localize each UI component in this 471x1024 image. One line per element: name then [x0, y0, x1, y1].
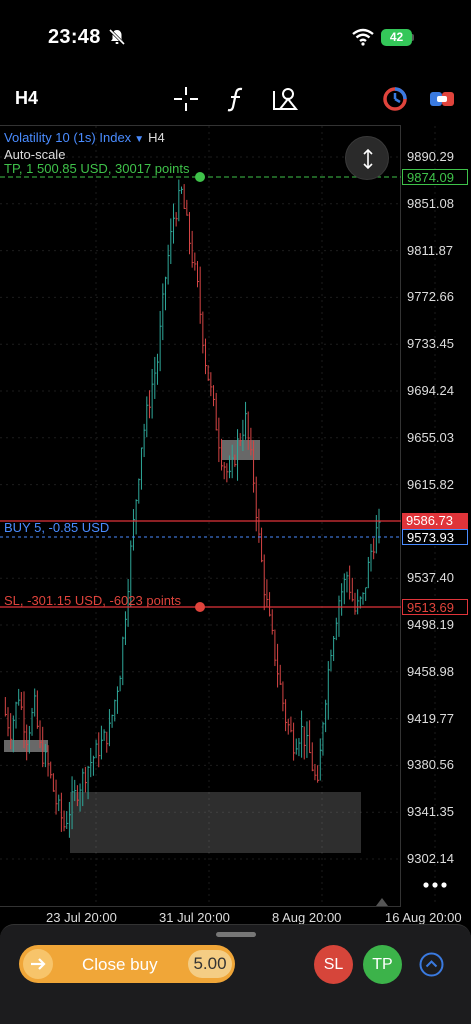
tp-price-tag: 9874.09: [402, 169, 468, 185]
price-tick: 9380.56: [407, 757, 454, 773]
price-tick: 9341.35: [407, 804, 454, 820]
price-tick: 9733.45: [407, 336, 454, 352]
close-buy-label: Close buy: [82, 955, 158, 974]
price-tick: 9498.19: [407, 617, 454, 632]
price-tick: 9615.82: [407, 476, 454, 492]
price-tick: 9537.40: [407, 570, 454, 586]
bid-price-tag: 9573.93: [402, 529, 468, 545]
vertical-scale-icon: [363, 148, 373, 170]
price-tick: 9694.24: [407, 383, 454, 398]
date-tick: 23 Jul 20:00: [46, 910, 117, 925]
price-tick: 9302.14: [407, 851, 454, 866]
chart-timeframe: H4: [148, 130, 165, 145]
symbol-selector[interactable]: Volatility 10 (1s) Index ▼ H4: [4, 130, 165, 145]
dropdown-arrow-icon: ▼: [134, 134, 145, 145]
sl-handle[interactable]: [195, 602, 205, 612]
price-tick: 9772.66: [407, 289, 454, 305]
symbol-name: Volatility 10 (1s) Index: [4, 130, 132, 145]
price-chart[interactable]: [0, 0, 471, 1024]
tp-line-label[interactable]: TP, 1 500.85 USD, 30017 points: [4, 161, 190, 176]
price-tick: 9655.03: [407, 429, 454, 445]
price-tick: 9458.98: [407, 663, 454, 679]
chevron-up-icon[interactable]: [419, 952, 444, 977]
autoscale-label: Auto-scale: [4, 147, 66, 162]
date-tick: 8 Aug 20:00: [272, 910, 342, 925]
volume-value[interactable]: 5.00: [188, 950, 232, 978]
price-tick: 9419.77: [407, 710, 454, 726]
range-box: [70, 792, 361, 853]
tp-handle[interactable]: [195, 172, 205, 182]
date-tick: 16 Aug 20:00: [385, 910, 462, 925]
price-tick: 9811.87: [407, 242, 454, 258]
scroll-end-marker: [376, 898, 388, 906]
sl-button[interactable]: SL: [314, 945, 353, 984]
range-marker: [222, 440, 260, 460]
panel-grabber[interactable]: [216, 932, 256, 937]
date-tick: 31 Jul 20:00: [159, 910, 230, 925]
price-tick: 9890.29: [407, 149, 454, 164]
price-tick: 9851.08: [407, 195, 454, 211]
vertical-scale-button[interactable]: [345, 136, 389, 180]
more-icon[interactable]: [422, 880, 448, 890]
buy-position-label[interactable]: BUY 5, -0.85 USD: [4, 520, 109, 535]
sl-price-tag: 9513.69: [402, 599, 468, 615]
buy-price-tag: 9586.73: [402, 513, 468, 529]
arrow-right-icon: [23, 949, 53, 979]
tp-button[interactable]: TP: [363, 945, 402, 984]
sl-line-label[interactable]: SL, -301.15 USD, -6023 points: [4, 593, 181, 608]
